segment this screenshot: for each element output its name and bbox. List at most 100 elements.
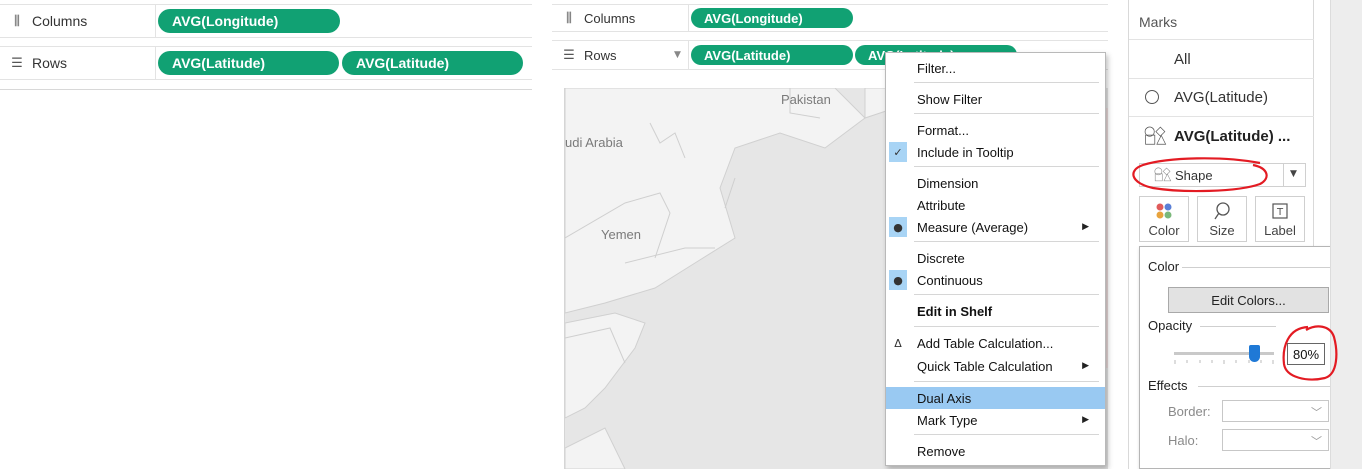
divider xyxy=(1182,267,1346,268)
menu-item-label: Add Table Calculation... xyxy=(917,335,1054,351)
columns-icon: ⫼ xyxy=(566,10,572,26)
menu-item-remove[interactable]: Remove xyxy=(886,440,1105,462)
opacity-value-input[interactable]: 80% xyxy=(1287,343,1325,365)
columns-icon: ⫼ xyxy=(14,13,20,29)
menu-item-label: Dimension xyxy=(917,175,979,191)
border-select[interactable]: ﹀ xyxy=(1222,400,1329,422)
marks-layer-latitude-1[interactable]: AVG(Latitude) xyxy=(1129,79,1314,117)
marks-layer-all[interactable]: All xyxy=(1129,40,1314,79)
rows-icon: ☰ xyxy=(563,47,575,63)
menu-item-label: Remove xyxy=(917,443,966,459)
pill-avg-latitude-1[interactable]: AVG(Latitude) xyxy=(158,51,339,75)
card-label: Size xyxy=(1209,223,1235,238)
menu-item-format[interactable]: Format... xyxy=(886,119,1105,141)
menu-separator xyxy=(914,166,1099,167)
menu-item-label: Measure (Average) xyxy=(917,219,1029,235)
map-label-pakistan: Pakistan xyxy=(781,92,831,107)
menu-separator xyxy=(914,294,1099,295)
border-label: Border: xyxy=(1168,404,1211,419)
menu-item-label: Discrete xyxy=(917,250,965,266)
radio-dot-icon: ● xyxy=(889,217,907,237)
menu-item-label: Show Filter xyxy=(917,91,983,107)
divider xyxy=(1200,326,1276,327)
chevron-down-icon[interactable]: ▼ xyxy=(674,50,681,60)
rows-shelf-label: ☰ Rows xyxy=(552,41,689,69)
columns-shelf-label: ⫼ Columns xyxy=(0,5,156,37)
mark-type-dropdown[interactable]: ○◇ □△ Shape ▼ xyxy=(1139,163,1306,187)
menu-item-dimension[interactable]: Dimension xyxy=(886,172,1105,194)
circle-icon xyxy=(1145,90,1159,104)
menu-separator xyxy=(914,241,1099,242)
pill-context-menu: Filter... Show Filter Format... ✓ Include… xyxy=(885,52,1106,466)
halo-label: Halo: xyxy=(1168,433,1199,448)
delta-icon: Δ xyxy=(894,336,902,350)
marks-layer-latitude-2[interactable]: ○◇ □△ AVG(Latitude) ... xyxy=(1129,117,1314,155)
edit-colors-button[interactable]: Edit Colors... xyxy=(1168,287,1329,313)
button-label: Edit Colors... xyxy=(1211,292,1286,308)
pill-avg-latitude-2[interactable]: AVG(Latitude) xyxy=(342,51,523,75)
menu-item-label: Filter... xyxy=(917,60,957,76)
menu-item-add-table-calculation[interactable]: Δ Add Table Calculation... xyxy=(886,332,1105,354)
menu-separator xyxy=(914,381,1099,382)
pill-label: AVG(Latitude) xyxy=(172,55,266,71)
rows-shelf-label: ☰ Rows xyxy=(0,47,156,79)
marks-header: Marks xyxy=(1129,4,1314,40)
menu-item-label: Format... xyxy=(917,122,970,138)
menu-item-label: Edit in Shelf xyxy=(917,303,993,319)
check-icon: ✓ xyxy=(889,142,907,162)
svg-text:T: T xyxy=(1276,207,1284,218)
rows-icon: ☰ xyxy=(11,55,23,71)
submenu-arrow-icon: ▶ xyxy=(1082,415,1089,425)
opacity-section-title: Opacity xyxy=(1148,318,1192,333)
card-label: Color xyxy=(1148,223,1180,238)
divider xyxy=(1283,164,1284,186)
label-card-button[interactable]: T Label xyxy=(1255,196,1305,242)
menu-item-show-filter[interactable]: Show Filter xyxy=(886,88,1105,110)
menu-item-label: Include in Tooltip xyxy=(917,144,1014,160)
menu-item-measure-average[interactable]: ● Measure (Average) ▶ xyxy=(886,216,1105,238)
size-card-button[interactable]: Size xyxy=(1197,196,1247,242)
label-icon: T xyxy=(1272,203,1288,219)
opacity-slider-thumb[interactable] xyxy=(1248,345,1260,362)
effects-section-title: Effects xyxy=(1148,378,1188,393)
menu-item-quick-table-calculation[interactable]: Quick Table Calculation ▶ xyxy=(886,355,1105,377)
color-card-button[interactable]: Color xyxy=(1139,196,1189,242)
radio-dot-icon: ● xyxy=(889,270,907,290)
menu-item-continuous[interactable]: ● Continuous xyxy=(886,269,1105,291)
menu-item-include-in-tooltip[interactable]: ✓ Include in Tooltip xyxy=(886,141,1105,163)
map-label-yemen: Yemen xyxy=(601,227,641,242)
section-label: Color xyxy=(1148,259,1180,274)
color-palette-icon xyxy=(1156,203,1172,219)
card-label: Label xyxy=(1264,223,1296,238)
menu-item-attribute[interactable]: Attribute xyxy=(886,194,1105,216)
menu-item-dual-axis[interactable]: Dual Axis xyxy=(886,387,1105,409)
menu-separator xyxy=(914,434,1099,435)
menu-item-filter[interactable]: Filter... xyxy=(886,57,1105,79)
layer-label: All xyxy=(1174,50,1191,68)
size-icon xyxy=(1214,202,1230,220)
pill-label: AVG(Longitude) xyxy=(172,13,279,29)
pill-avg-longitude[interactable]: AVG(Longitude) xyxy=(158,9,340,33)
chevron-down-icon: ﹀ xyxy=(1311,406,1322,419)
divider xyxy=(0,89,532,90)
panel-shelves-before: ⫼ Columns AVG(Longitude) ☰ Rows AVG(Lati… xyxy=(0,0,532,469)
menu-separator xyxy=(914,113,1099,114)
menu-item-edit-in-shelf[interactable]: Edit in Shelf xyxy=(886,300,1105,322)
rows-label-text: Rows xyxy=(32,55,68,71)
halo-select[interactable]: ﹀ xyxy=(1222,429,1329,451)
opacity-value: 80% xyxy=(1292,346,1320,362)
pill-avg-latitude-1[interactable]: AVG(Latitude) xyxy=(691,45,853,65)
pill-avg-longitude[interactable]: AVG(Longitude) xyxy=(691,8,853,28)
menu-item-label: Quick Table Calculation xyxy=(917,358,1053,374)
menu-item-mark-type[interactable]: Mark Type ▶ xyxy=(886,409,1105,431)
map-label-saudi-arabia: udi Arabia xyxy=(565,135,623,150)
shape-icon: ○◇ □△ xyxy=(1154,166,1172,183)
color-section-title: Color xyxy=(1148,259,1179,274)
menu-item-discrete[interactable]: Discrete xyxy=(886,247,1105,269)
shape-icon: ○◇ □△ xyxy=(1144,124,1167,147)
menu-item-label: Dual Axis xyxy=(917,390,972,406)
pill-label: AVG(Latitude) xyxy=(356,55,450,71)
columns-shelf-label: ⫼ Columns xyxy=(552,5,689,31)
menu-item-label: Mark Type xyxy=(917,412,978,428)
chevron-down-icon: ﹀ xyxy=(1311,435,1322,448)
